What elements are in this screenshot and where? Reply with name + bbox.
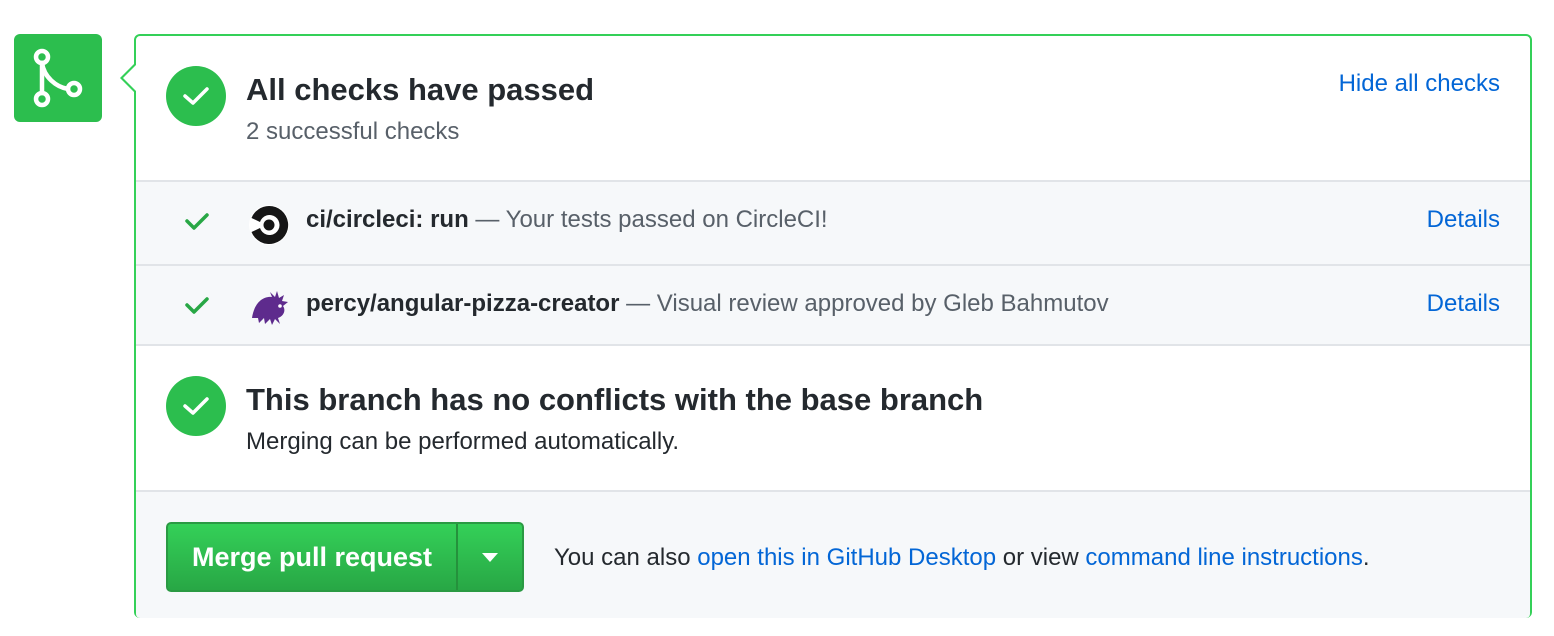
- check-text: ci/circleci: run — Your tests passed on …: [306, 206, 828, 234]
- checks-list: ci/circleci: run — Your tests passed on …: [136, 180, 1530, 346]
- check-icon: [183, 397, 209, 415]
- check-details-link-circleci[interactable]: Details: [1427, 206, 1500, 234]
- branch-status-title: This branch has no conflicts with the ba…: [246, 382, 984, 417]
- check-context: percy/angular-pizza-creator: [306, 290, 620, 317]
- checks-passed-status: [166, 66, 226, 126]
- no-conflicts-status: [166, 376, 226, 436]
- check-context: ci/circleci: run: [306, 206, 469, 233]
- merge-button-group: Merge pull request: [166, 522, 525, 592]
- merge-alt-suffix: .: [1362, 544, 1370, 571]
- merge-alt-middle: or view: [996, 544, 1086, 571]
- checks-summary: All checks have passed 2 successful chec…: [136, 36, 1530, 180]
- percy-logo-icon: [252, 291, 288, 325]
- checks-subtitle: 2 successful checks: [246, 118, 460, 145]
- check-icon: [185, 213, 209, 230]
- check-details-link-percy[interactable]: Details: [1427, 290, 1500, 318]
- check-separator: —: [619, 290, 657, 317]
- branch-status: This branch has no conflicts with the ba…: [136, 346, 1530, 490]
- check-separator: —: [468, 206, 506, 233]
- panel-pointer-fill: [123, 64, 137, 92]
- git-merge-icon: [33, 48, 83, 108]
- check-icon: [183, 87, 209, 105]
- caret-down-icon: [482, 552, 499, 562]
- merge-status-panel: All checks have passed 2 successful chec…: [134, 34, 1532, 618]
- check-icon: [185, 297, 209, 314]
- checks-title: All checks have passed: [246, 72, 595, 107]
- check-description: Visual review approved by Gleb Bahmutov: [656, 290, 1109, 317]
- merge-actions: Merge pull request You can also open thi…: [136, 490, 1530, 618]
- circleci-logo-icon: [249, 205, 289, 245]
- merge-pull-request-button[interactable]: Merge pull request: [168, 524, 456, 590]
- open-in-github-desktop-link[interactable]: open this in GitHub Desktop: [697, 544, 996, 571]
- check-text: percy/angular-pizza-creator — Visual rev…: [306, 290, 1109, 318]
- check-item: percy/angular-pizza-creator — Visual rev…: [136, 264, 1530, 348]
- merge-alternatives-text: You can also open this in GitHub Desktop…: [554, 544, 1370, 572]
- merge-status-badge: [14, 34, 102, 122]
- check-item: ci/circleci: run — Your tests passed on …: [136, 182, 1530, 264]
- command-line-instructions-link[interactable]: command line instructions: [1085, 544, 1362, 571]
- merge-alt-prefix: You can also: [554, 544, 698, 571]
- merge-method-dropdown[interactable]: [456, 524, 522, 590]
- check-description: Your tests passed on CircleCI!: [505, 206, 828, 233]
- branch-status-subtitle: Merging can be performed automatically.: [246, 428, 680, 455]
- hide-all-checks-link[interactable]: Hide all checks: [1339, 70, 1500, 98]
